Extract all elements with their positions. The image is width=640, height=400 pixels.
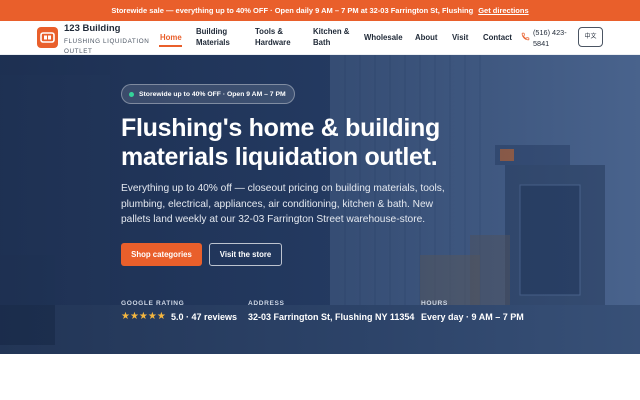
nav-home[interactable]: Home (160, 32, 182, 43)
hero-description: Everything up to 40% off — closeout pric… (121, 183, 445, 225)
brand-name[interactable]: 123 Building (64, 23, 120, 34)
sale-badge: Storewide up to 40% OFF · Open 9 AM – 7 … (121, 84, 295, 104)
nav-building-materials[interactable]: Building Materials (196, 26, 238, 48)
nav-visit[interactable]: Visit (452, 32, 468, 43)
hours-label: HOURS (421, 300, 448, 307)
brand-tagline: FLUSHING LIQUIDATION OUTLET (64, 38, 150, 55)
sale-badge-text: Storewide up to 40% OFF · Open 9 AM – 7 … (139, 90, 286, 98)
logo-mark-icon[interactable] (37, 27, 58, 48)
nav-contact[interactable]: Contact (483, 32, 512, 43)
hours-value: Every day · 9 AM – 7 PM (421, 312, 524, 322)
announcement-bar: Storewide sale — everything up to 40% OF… (0, 0, 640, 21)
shop-categories-button[interactable]: Shop categories (121, 243, 202, 266)
announcement-text: Storewide sale — everything up to 40% OF… (111, 6, 474, 15)
site-header: 123 Building FLUSHING LIQUIDATION OUTLET… (0, 21, 640, 55)
nav-tools-hardware[interactable]: Tools & Hardware (255, 26, 297, 48)
rating-label: GOOGLE RATING (121, 300, 185, 307)
nav-kitchen-bath[interactable]: Kitchen & Bath (313, 26, 353, 48)
language-toggle-button[interactable]: 中文 (578, 27, 603, 47)
status-dot-icon (129, 92, 134, 97)
visit-store-button[interactable]: Visit the store (209, 243, 282, 266)
nav-wholesale[interactable]: Wholesale (364, 32, 403, 43)
nav-about[interactable]: About (415, 32, 438, 43)
hero-section: Storewide up to 40% OFF · Open 9 AM – 7 … (0, 55, 640, 354)
hero-title: Flushing's home & building materials liq… (121, 114, 440, 171)
get-directions-link[interactable]: Get directions (478, 6, 528, 15)
rating-stars-icon: ★★★★★ (121, 311, 166, 322)
address-value[interactable]: 32-03 Farrington St, Flushing NY 11354 (248, 312, 414, 322)
rating-value: 5.0 · 47 reviews (171, 312, 238, 322)
nav-active-indicator (159, 45, 182, 47)
phone-icon (521, 32, 530, 41)
address-label: ADDRESS (248, 300, 285, 307)
phone-number[interactable]: (516) 423-5841 (533, 27, 577, 49)
